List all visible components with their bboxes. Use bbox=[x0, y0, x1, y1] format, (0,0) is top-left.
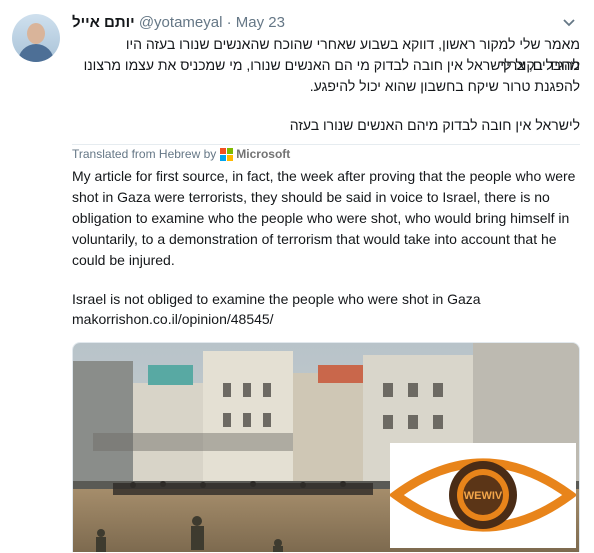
avatar-body bbox=[18, 44, 54, 62]
handle[interactable]: @yotameyal bbox=[139, 14, 223, 31]
translated-by-label: Translated from Hebrew by bbox=[72, 147, 217, 161]
watermark-text: WEWIV bbox=[464, 490, 503, 502]
tweet-date[interactable]: May 23 bbox=[236, 14, 285, 31]
eye-logo-icon: WEWIV bbox=[388, 458, 578, 532]
eye-logo-watermark: WEWIV bbox=[388, 443, 578, 548]
translator-name[interactable]: Microsoft bbox=[236, 147, 290, 161]
tweet-header: יותם אייל @yotameyal · May 23 bbox=[72, 14, 285, 32]
article-link[interactable]: makorrishon.co.il/opinion/48545/ bbox=[72, 309, 580, 330]
microsoft-logo-icon bbox=[220, 147, 234, 161]
translation-link-title: Israel is not obliged to examine the peo… bbox=[72, 291, 481, 307]
tweet-text-line-2: להגיד בקול לישראל אין חובה לבדוק מי הם ה… bbox=[83, 57, 580, 73]
tweet-card[interactable]: יותם אייל @yotameyal · May 23 מאמר שלי ל… bbox=[0, 0, 594, 552]
translation-attribution: Translated from Hebrew by Microsoft bbox=[72, 144, 580, 161]
separator: · bbox=[226, 14, 232, 31]
chevron-down-icon[interactable] bbox=[562, 16, 576, 30]
display-name[interactable]: יותם אייל bbox=[72, 14, 135, 31]
tweet-text-line-4: לישראל אין חובה לבדוק מיהם האנשים שנורו … bbox=[289, 117, 580, 133]
avatar-head bbox=[27, 23, 45, 44]
user-avatar[interactable] bbox=[12, 14, 60, 62]
tweet-text-line-3: להפגנת טרור שיקח בחשבון שהוא יכול להיפגע… bbox=[309, 78, 580, 94]
translation-paragraph: My article for first source, in fact, th… bbox=[72, 168, 576, 268]
